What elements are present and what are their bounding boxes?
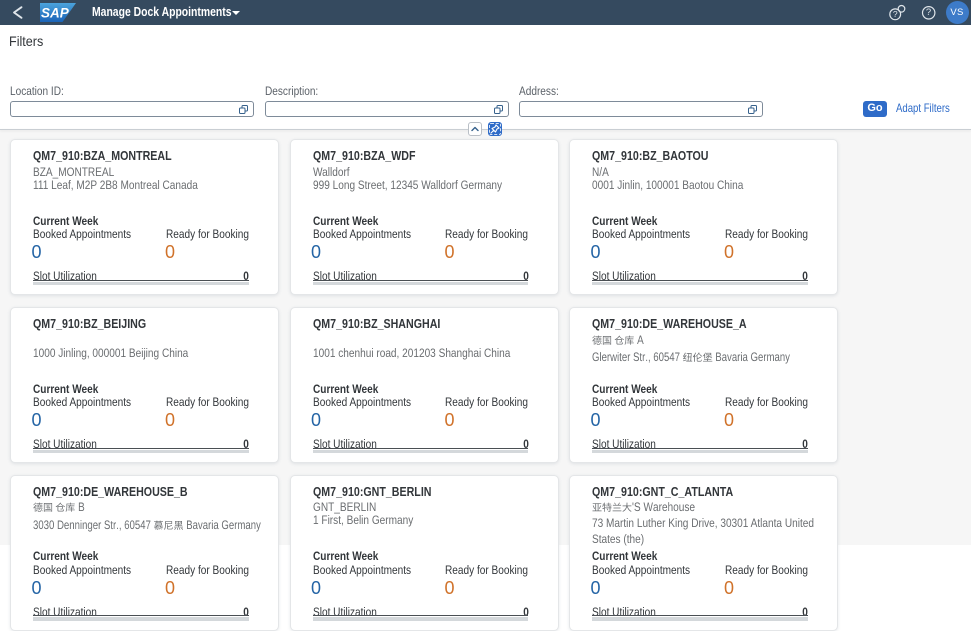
svg-text:SAP: SAP: [41, 5, 70, 20]
